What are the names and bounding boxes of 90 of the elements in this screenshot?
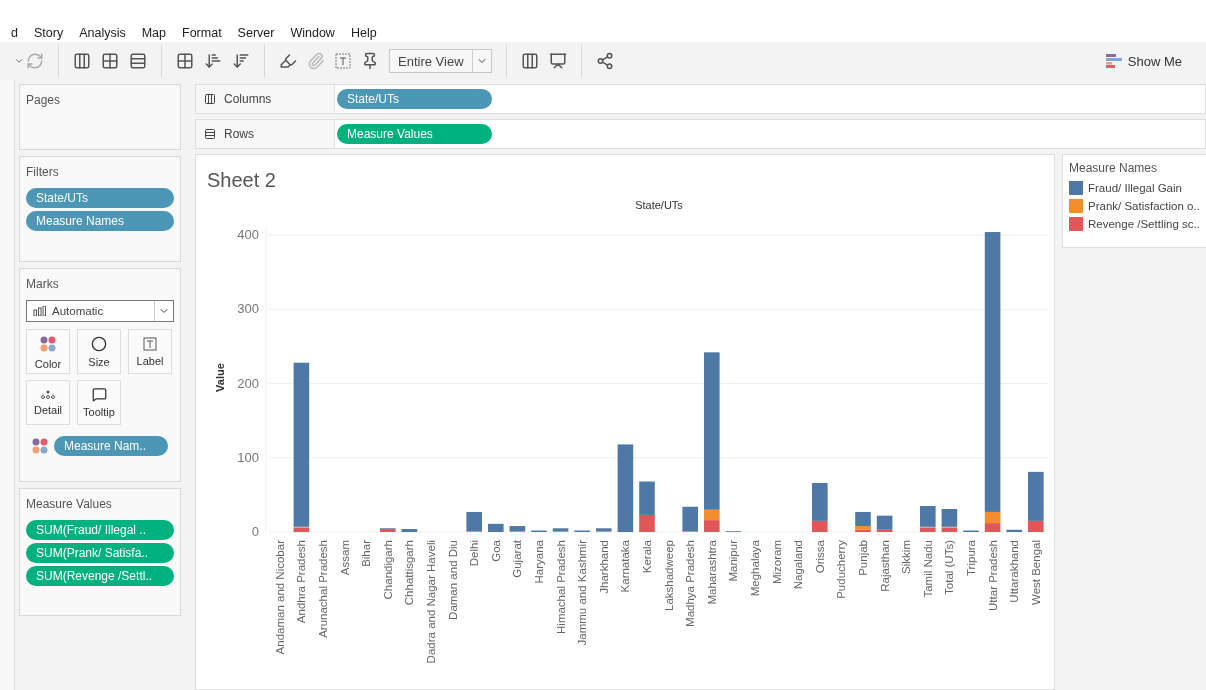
menu-item[interactable]: Map — [134, 26, 175, 40]
category-label: Meghalaya — [749, 540, 761, 597]
new-chart-icon[interactable] — [73, 52, 91, 70]
axis-tick-label: 100 — [237, 449, 259, 465]
size-icon — [91, 335, 107, 352]
pin-icon[interactable] — [361, 52, 379, 70]
category-label: Mizoram — [770, 540, 783, 585]
category-label: Chhattisgarh — [403, 540, 416, 606]
category-label: Bihar — [360, 540, 373, 567]
category-label: Himachal Pradesh — [554, 540, 567, 634]
category-label: Uttar Pradesh — [986, 540, 999, 611]
paperclip-icon[interactable] — [307, 52, 325, 70]
category-label: Orissa — [813, 540, 826, 574]
rows-icon — [204, 128, 216, 140]
category-label: Delhi — [468, 540, 481, 567]
category-label: Uttarakhand — [1008, 540, 1021, 603]
legend-label: Revenge /Settling sc.. — [1088, 218, 1200, 230]
category-label: Daman and Diu — [446, 540, 459, 620]
category-label: Dadra and Nagar Haveli — [425, 540, 437, 664]
sort-descending-icon[interactable] — [232, 52, 250, 70]
marks-card-button[interactable]: Size — [77, 329, 121, 374]
marks-card-button[interactable]: Tooltip — [77, 380, 121, 425]
category-label: Nagaland — [792, 540, 805, 590]
bar-segment — [488, 523, 504, 532]
dropdown-icon[interactable] — [14, 56, 24, 66]
category-label: Lakshadweep — [662, 540, 675, 611]
marks-card-button[interactable]: Detail — [26, 380, 70, 425]
color-dots-icon — [30, 436, 50, 456]
category-label: Jammu and Kashmir — [576, 540, 589, 646]
card-title: Filters — [26, 165, 60, 179]
columns-icon — [204, 93, 216, 105]
category-label: Haryana — [533, 540, 545, 584]
menu-item[interactable]: Story — [26, 26, 73, 40]
menu-item[interactable]: Format — [175, 26, 231, 40]
axis-tick-label: 300 — [237, 301, 259, 317]
highlight-icon[interactable] — [279, 52, 297, 70]
menu-item[interactable]: Window — [283, 26, 344, 40]
category-label: Arunachal Pradesh — [317, 540, 329, 638]
bar-segment — [1006, 529, 1022, 532]
menu-item[interactable]: d — [4, 26, 27, 40]
bar-segment — [704, 520, 720, 532]
axis-title: Value — [214, 363, 226, 392]
menu-item[interactable]: Help — [343, 26, 386, 40]
show-me-button[interactable]: Show Me — [1099, 52, 1188, 70]
legend-label: Prank/ Satisfaction o.. — [1088, 200, 1200, 212]
category-label: Sikkim — [900, 540, 913, 574]
category-label: Madhya Pradesh — [684, 540, 697, 627]
sort-ascending-icon[interactable] — [204, 52, 222, 70]
category-label: Maharashtra — [705, 540, 718, 605]
chart-title: State/UTs — [635, 199, 683, 211]
category-label: Punjab — [857, 540, 869, 576]
category-label: Puducherry — [835, 540, 848, 599]
category-label: Manipur — [727, 540, 740, 582]
tooltip-icon — [91, 387, 107, 402]
category-label: Gujarat — [511, 540, 524, 578]
marks-card-button[interactable]: Color — [26, 329, 70, 374]
fit-dropdown[interactable]: Entire View — [389, 49, 492, 73]
category-label: Tamil Nadu — [921, 540, 934, 598]
category-label: Kerala — [641, 540, 653, 574]
category-label: Andhra Pradesh — [295, 540, 308, 624]
category-label: Andaman and Nicobar — [273, 540, 286, 655]
mark-type-dropdown[interactable]: Automatic — [26, 300, 174, 322]
axis-tick-label: 0 — [251, 524, 259, 539]
card-title: Marks — [26, 277, 60, 291]
bars-icon — [1105, 54, 1122, 68]
card-title: Pages — [26, 93, 62, 107]
detail-dots-icon — [40, 389, 56, 400]
category-label: Tripura — [965, 540, 977, 576]
presentation-icon[interactable] — [548, 52, 567, 70]
menu-item[interactable]: Server — [230, 26, 284, 40]
legend-title: Measure Names — [1069, 161, 1159, 175]
category-label: Goa — [489, 540, 502, 562]
category-label: Rajasthan — [878, 540, 891, 592]
menu-item[interactable]: Analysis — [72, 26, 135, 40]
category-label: West Bengal — [1029, 540, 1042, 605]
axis-tick-label: 200 — [237, 375, 259, 391]
category-label: Assam — [338, 540, 351, 576]
category-label: Karnataka — [619, 540, 632, 593]
bar-segment — [401, 529, 418, 532]
card-title: Measure Values — [26, 497, 113, 511]
legend-label: Fraud/ Illegal Gain — [1088, 182, 1182, 194]
category-label: Chandigarh — [381, 540, 394, 600]
bar-chart-icon — [33, 306, 47, 316]
category-label: Total (UTs) — [943, 540, 956, 595]
marks-card-button[interactable]: Label — [128, 329, 172, 374]
text-label-icon — [143, 336, 157, 351]
share-icon[interactable] — [595, 52, 614, 70]
category-label: Jharkhand — [597, 540, 610, 594]
axis-tick-label: 400 — [237, 227, 259, 242]
sheet-title: Sheet 2 — [206, 168, 277, 193]
